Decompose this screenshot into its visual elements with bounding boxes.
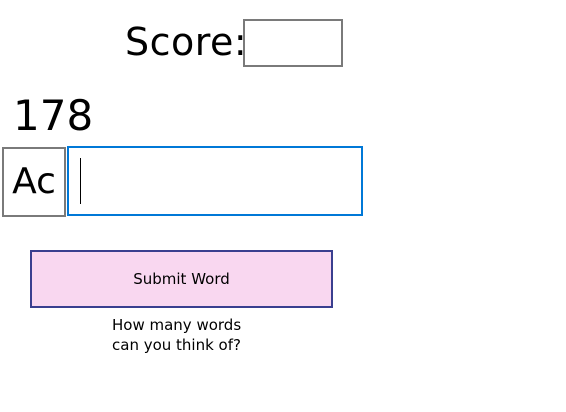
word-input[interactable] xyxy=(67,146,363,216)
letters-text: Ac xyxy=(12,161,56,202)
score-label: Score: xyxy=(125,20,248,64)
letters-box: Ac xyxy=(2,147,66,217)
submit-word-button[interactable]: Submit Word xyxy=(30,250,333,308)
score-value-box xyxy=(243,19,343,67)
hint-text: How many words can you think of? xyxy=(112,316,242,354)
text-caret xyxy=(80,158,81,204)
submit-word-label: Submit Word xyxy=(133,270,230,288)
timer-display: 178 xyxy=(13,91,94,140)
